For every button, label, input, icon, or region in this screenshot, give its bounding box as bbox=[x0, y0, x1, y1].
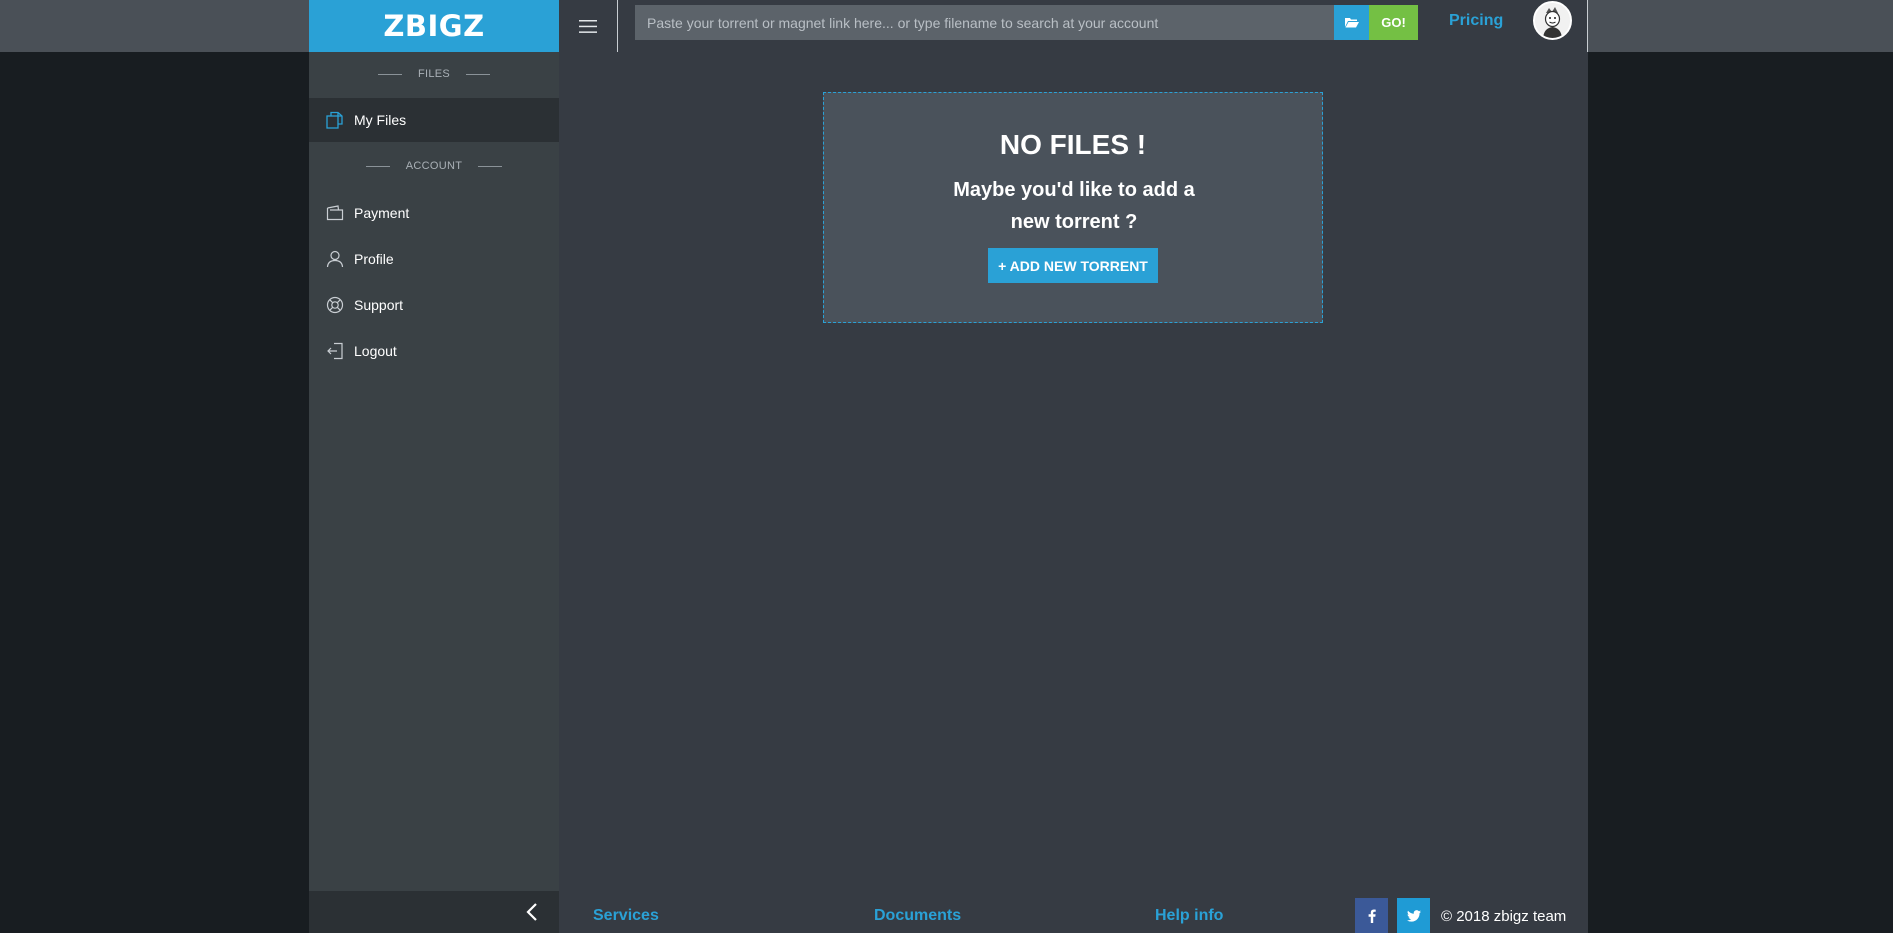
facebook-button[interactable] bbox=[1355, 898, 1388, 933]
user-icon bbox=[326, 250, 344, 268]
chevron-left-icon bbox=[526, 903, 537, 921]
files-icon bbox=[326, 111, 344, 129]
avatar[interactable] bbox=[1533, 1, 1572, 40]
files-section-label: FILES bbox=[309, 68, 559, 80]
avatar-icon bbox=[1535, 3, 1570, 38]
sidebar-item-label: Payment bbox=[354, 205, 410, 221]
sidebar-item-support[interactable]: Support bbox=[309, 283, 559, 327]
sidebar-item-label: Profile bbox=[354, 251, 394, 267]
footer-link-services[interactable]: Services bbox=[593, 907, 659, 925]
footer-link-documents[interactable]: Documents bbox=[874, 907, 961, 925]
sidebar-item-my-files[interactable]: My Files bbox=[309, 98, 559, 142]
sidebar-item-label: Logout bbox=[354, 343, 397, 359]
go-button[interactable]: GO! bbox=[1369, 5, 1418, 40]
account-section-label: ACCOUNT bbox=[309, 160, 559, 172]
footer-link-help-info[interactable]: Help info bbox=[1155, 907, 1223, 925]
sidebar-item-logout[interactable]: Logout bbox=[309, 329, 559, 373]
copyright-text: © 2018 zbigz team bbox=[1441, 908, 1567, 925]
folder-open-icon bbox=[1344, 18, 1359, 28]
empty-state-panel: NO FILES ! Maybe you'd like to add a new… bbox=[823, 92, 1323, 323]
sidebar-collapse-button[interactable] bbox=[309, 891, 559, 933]
hamburger-menu-button[interactable] bbox=[559, 0, 618, 52]
empty-state-title: NO FILES ! bbox=[999, 129, 1147, 160]
sidebar-item-profile[interactable]: Profile bbox=[309, 237, 559, 281]
add-new-torrent-button[interactable]: + ADD NEW TORRENT bbox=[988, 248, 1158, 283]
sidebar: FILES My Files ACCOUNT Payment Profile S… bbox=[309, 52, 559, 933]
browse-file-button[interactable] bbox=[1334, 5, 1369, 40]
sidebar-item-payment[interactable]: Payment bbox=[309, 191, 559, 235]
facebook-icon bbox=[1368, 909, 1376, 923]
pricing-link[interactable]: Pricing bbox=[1449, 12, 1503, 30]
logo[interactable]: ZBIGZ bbox=[309, 0, 559, 52]
header-divider bbox=[1587, 0, 1588, 52]
search-input[interactable] bbox=[635, 5, 1334, 40]
hamburger-icon bbox=[579, 19, 597, 33]
wallet-icon bbox=[326, 204, 344, 222]
logout-icon bbox=[326, 342, 344, 360]
twitter-button[interactable] bbox=[1397, 898, 1430, 933]
sidebar-item-label: Support bbox=[354, 297, 404, 313]
sidebar-item-label: My Files bbox=[354, 112, 407, 128]
empty-state-subtitle: Maybe you'd like to add a new torrent ? bbox=[953, 179, 1195, 233]
twitter-icon bbox=[1406, 909, 1421, 922]
lifebuoy-icon bbox=[326, 296, 344, 314]
